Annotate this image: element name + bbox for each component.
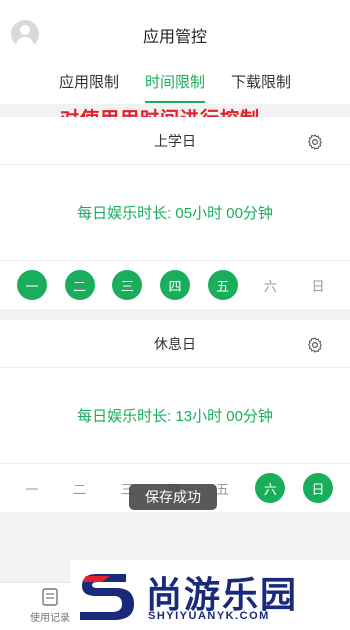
school-day-header: 上学日 xyxy=(0,117,350,165)
avatar[interactable] xyxy=(11,20,39,48)
school-day-weekday-button[interactable]: 日 xyxy=(303,270,333,300)
watermark: 尚游乐园 SHYIYUANYK.COM xyxy=(70,560,350,630)
watermark-url: SHYIYUANYK.COM xyxy=(148,610,270,622)
school-day-weekday-button[interactable]: 三 xyxy=(112,270,143,300)
rest-day-weekday-button[interactable]: 日 xyxy=(303,473,334,503)
school-day-weekdays: 一二三四五六日 xyxy=(0,261,350,309)
rest-day-header: 休息日 xyxy=(0,320,350,368)
school-day-weekday-button[interactable]: 六 xyxy=(255,270,285,300)
school-day-weekday-button[interactable]: 一 xyxy=(16,270,47,300)
gear-icon[interactable] xyxy=(306,133,324,151)
school-day-title: 上学日 xyxy=(154,132,196,149)
tab-download-limit[interactable]: 下载限制 xyxy=(231,58,291,104)
nav-usage-label: 使用记录 xyxy=(30,613,70,624)
app-header: 应用管控 xyxy=(0,0,350,58)
tab-app-limit[interactable]: 应用限制 xyxy=(59,58,119,104)
school-day-weekday-button[interactable]: 四 xyxy=(159,270,190,300)
tab-bar: 应用限制 时间限制 下载限制 xyxy=(0,58,350,104)
rest-day-title: 休息日 xyxy=(154,335,196,352)
watermark-logo-icon xyxy=(80,574,134,620)
school-day-weekday-button[interactable]: 五 xyxy=(207,270,238,300)
rest-day-weekday-button[interactable]: 六 xyxy=(255,473,286,503)
school-day-weekday-button[interactable]: 二 xyxy=(64,270,95,300)
page-title: 应用管控 xyxy=(142,29,207,46)
school-day-card: 上学日 每日娱乐时长: 05小时 00分钟 一二三四五六日 xyxy=(0,117,350,309)
rest-day-weekday-button[interactable]: 一 xyxy=(17,473,47,503)
toast-message: 保存成功 xyxy=(129,484,217,510)
rest-day-duration[interactable]: 每日娱乐时长: 13小时 00分钟 xyxy=(0,368,350,464)
gear-icon[interactable] xyxy=(306,336,324,354)
tab-time-limit[interactable]: 时间限制 xyxy=(144,58,206,104)
document-icon xyxy=(42,588,58,606)
school-day-duration[interactable]: 每日娱乐时长: 05小时 00分钟 xyxy=(0,165,350,261)
rest-day-weekday-button[interactable]: 二 xyxy=(65,473,95,503)
